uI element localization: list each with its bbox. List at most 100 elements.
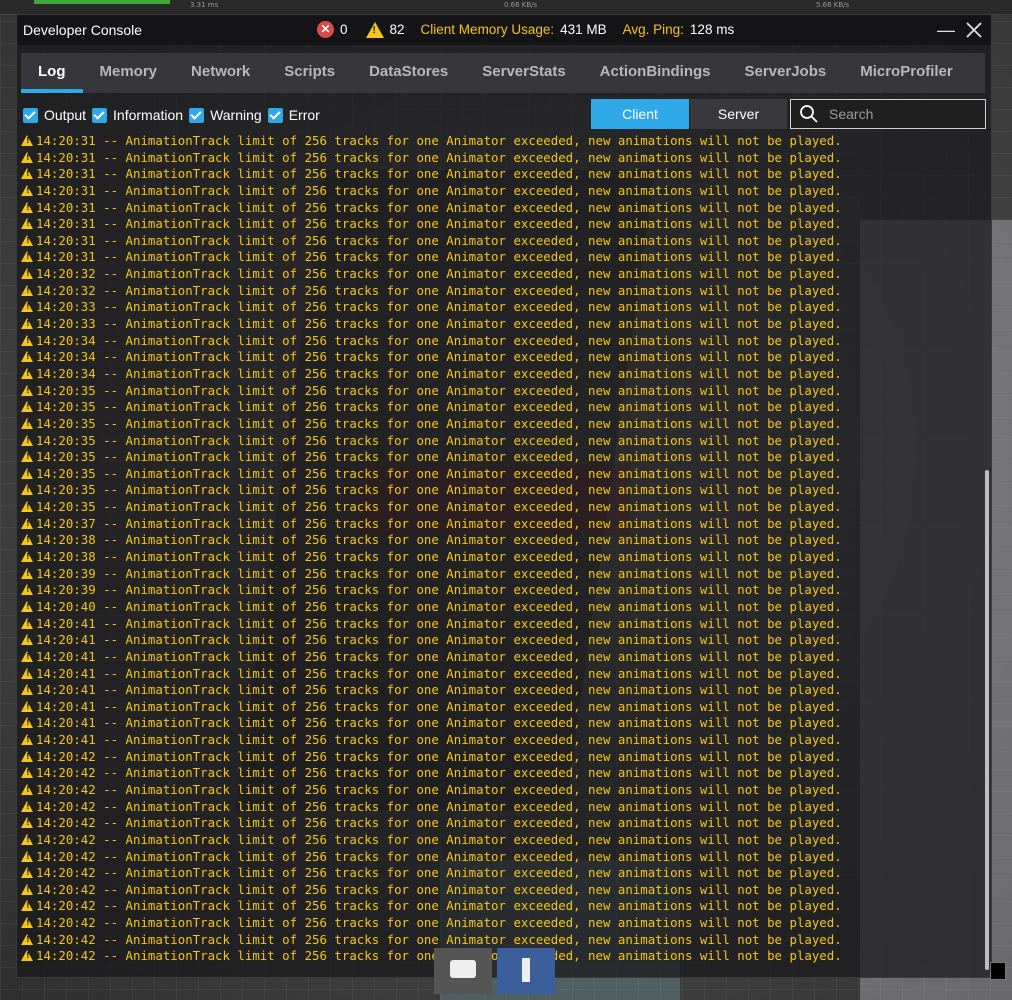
log-separator: -- [95,499,126,515]
close-icon [966,22,982,38]
log-timestamp: 14:20:31 [36,216,96,232]
log-timestamp: 14:20:37 [36,515,96,531]
warning-icon: ! [21,883,33,895]
tab-microprofiler[interactable]: MicroProfiler [843,53,970,93]
log-timestamp: 14:20:38 [36,532,96,548]
log-line: ! 14:20:41 -- AnimationTrack limit of 256… [21,682,981,699]
warning-icon: ! [21,917,33,929]
log-separator: -- [95,415,126,431]
tab-serverjobs[interactable]: ServerJobs [728,53,844,93]
filter-output-checkbox[interactable]: Output [23,107,86,123]
log-separator: -- [95,898,126,914]
tab-memory[interactable]: Memory [83,53,175,93]
log-line: ! 14:20:31 -- AnimationTrack limit of 256… [21,183,981,200]
log-line: ! 14:20:42 -- AnimationTrack limit of 256… [21,882,981,899]
log-line: ! 14:20:41 -- AnimationTrack limit of 256… [21,632,981,649]
warning-icon: ! [21,351,33,363]
log-separator: -- [95,232,126,248]
tab-log[interactable]: Log [21,53,83,93]
log-line: ! 14:20:41 -- AnimationTrack limit of 256… [21,649,981,666]
tab-datastores[interactable]: DataStores [352,53,465,93]
log-message: AnimationTrack limit of 256 tracks for o… [125,598,842,614]
log-timestamp: 14:20:42 [36,765,96,781]
log-line: ! 14:20:42 -- AnimationTrack limit of 256… [21,782,981,799]
log-timestamp: 14:20:41 [36,715,96,731]
log-separator: -- [95,781,126,797]
filter-error-checkbox[interactable]: Error [267,107,320,123]
checkbox-checked-icon [92,107,108,123]
log-line: ! 14:20:32 -- AnimationTrack limit of 256… [21,266,981,283]
log-separator: -- [95,149,126,165]
log-timestamp: 14:20:42 [36,898,96,914]
tab-serverstats[interactable]: ServerStats [465,53,582,93]
warning-icon: ! [21,268,33,280]
log-timestamp: 14:20:41 [36,698,96,714]
backpack-button[interactable] [497,948,555,994]
log-timestamp: 14:20:32 [36,282,96,298]
server-toggle-button[interactable]: Server [690,99,787,129]
log-line: ! 14:20:35 -- AnimationTrack limit of 256… [21,449,981,466]
warning-icon: ! [21,867,33,879]
warning-icon: ! [21,234,33,246]
warning-icon: ! [21,734,33,746]
minimize-icon: — [937,20,955,40]
resize-handle[interactable] [990,962,1006,980]
tab-network[interactable]: Network [174,53,267,93]
log-message: AnimationTrack limit of 256 tracks for o… [125,648,842,664]
minimize-button[interactable]: — [935,19,957,41]
warning-icon: ! [21,567,33,579]
filter-label: Output [44,107,87,123]
log-timestamp: 14:20:39 [36,582,96,598]
client-toggle-button[interactable]: Client [591,99,689,129]
log-timestamp: 14:20:38 [36,549,96,565]
log-message: AnimationTrack limit of 256 tracks for o… [125,898,842,914]
log-line: ! 14:20:39 -- AnimationTrack limit of 256… [21,582,981,599]
log-line: ! 14:20:39 -- AnimationTrack limit of 256… [21,566,981,583]
log-separator: -- [95,765,126,781]
log-line: ! 14:20:31 -- AnimationTrack limit of 256… [21,133,981,150]
warning-icon: ! [21,401,33,413]
log-line: ! 14:20:42 -- AnimationTrack limit of 256… [21,932,981,949]
filter-label: Information [113,107,184,123]
warning-icon: ! [21,700,33,712]
warning-icon: ! [21,384,33,396]
log-timestamp: 14:20:34 [36,365,96,381]
tab-scripts[interactable]: Scripts [267,53,352,93]
log-line: ! 14:20:31 -- AnimationTrack limit of 256… [21,150,981,167]
log-scrollbar[interactable] [985,470,989,970]
log-message: AnimationTrack limit of 256 tracks for o… [125,449,842,465]
console-titlebar[interactable]: Developer Console ✕ 0 ! 82 Client Memory… [17,15,991,45]
log-message: AnimationTrack limit of 256 tracks for o… [125,532,842,548]
filter-warning-checkbox[interactable]: Warning [189,107,262,123]
chat-button[interactable] [434,948,492,994]
log-line: ! 14:20:35 -- AnimationTrack limit of 256… [21,466,981,483]
console-tabs: Log Memory Network Scripts DataStores Se… [21,53,985,93]
log-line: ! 14:20:42 -- AnimationTrack limit of 256… [21,915,981,932]
log-timestamp: 14:20:35 [36,399,96,415]
log-separator: -- [95,831,126,847]
warning-icon: ! [21,451,33,463]
close-button[interactable] [963,19,985,41]
tab-actionbindings[interactable]: ActionBindings [583,53,728,93]
search-input[interactable] [827,105,981,123]
log-message: AnimationTrack limit of 256 tracks for o… [125,831,842,847]
log-line: ! 14:20:32 -- AnimationTrack limit of 256… [21,283,981,300]
filter-information-checkbox[interactable]: Information [92,107,183,123]
log-line: ! 14:20:42 -- AnimationTrack limit of 256… [21,832,981,849]
log-line: ! 14:20:42 -- AnimationTrack limit of 256… [21,849,981,866]
log-separator: -- [95,299,126,315]
log-message: AnimationTrack limit of 256 tracks for o… [125,865,842,881]
log-separator: -- [95,698,126,714]
warning-icon: ! [21,634,33,646]
log-message: AnimationTrack limit of 256 tracks for o… [125,382,842,398]
log-timestamp: 14:20:42 [36,815,96,831]
log-message: AnimationTrack limit of 256 tracks for o… [125,415,842,431]
warning-icon: ! [21,900,33,912]
log-message: AnimationTrack limit of 256 tracks for o… [125,565,842,581]
log-output[interactable]: ! 14:20:31 -- AnimationTrack limit of 256… [21,133,981,969]
log-message: AnimationTrack limit of 256 tracks for o… [125,316,842,332]
warning-icon: ! [21,584,33,596]
log-separator: -- [95,565,126,581]
log-message: AnimationTrack limit of 256 tracks for o… [125,632,842,648]
log-message: AnimationTrack limit of 256 tracks for o… [125,848,842,864]
